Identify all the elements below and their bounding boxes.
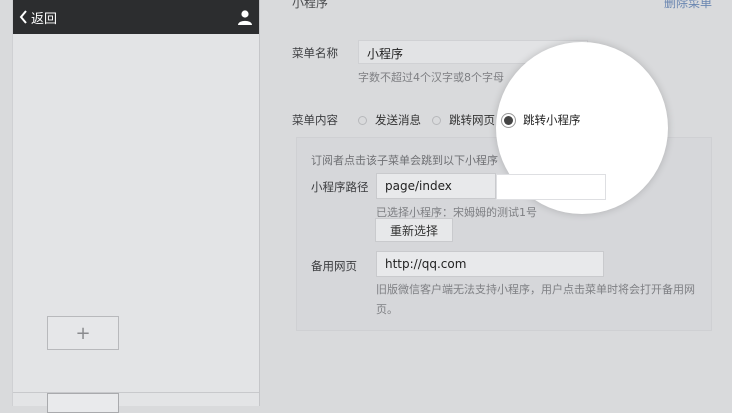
mini-path-input[interactable]: page/index [376,173,496,199]
user-icon[interactable] [237,9,253,25]
radio-label: 发送消息 [375,113,421,127]
menu-name-label: 菜单名称 [292,46,338,60]
back-button[interactable]: 返回 [19,8,58,27]
radio-jump-webpage[interactable]: 跳转网页 [432,112,495,128]
radio-label: 跳转网页 [449,113,495,127]
plus-icon: + [75,322,91,344]
backup-hint-line: 旧版微信客户端无法支持小程序，用户点击菜单时将会打开备用网 [376,283,695,296]
menu-content-label: 菜单内容 [292,113,338,127]
chevron-left-icon [19,10,27,24]
menu-name-hint: 字数不超过4个汉字或8个字母 [358,71,504,84]
menu-slot[interactable] [47,393,119,413]
delete-menu-link[interactable]: 删除菜单 [664,0,712,11]
reselect-button[interactable]: 重新选择 [375,218,453,242]
phone-header: 返回 [13,0,259,34]
mini-path-label: 小程序路径 [311,180,369,194]
backup-url-input[interactable]: http://qq.com [376,251,604,277]
radio-jump-mini-program[interactable]: 跳转小程序 [504,112,581,128]
phone-preview: 返回 + [12,0,260,413]
radio-label: 跳转小程序 [523,113,581,127]
phone-body [13,34,259,406]
radio-selected-icon [504,115,513,125]
back-label: 返回 [31,11,58,27]
editor-title: 小程序 [292,0,329,10]
spotlight-highlight: 跳转小程序 [496,42,668,214]
mini-path-input-highlight[interactable] [496,174,606,200]
backup-hint: 旧版微信客户端无法支持小程序，用户点击菜单时将会打开备用网 页。 [376,281,695,317]
radio-circle-icon [358,115,367,125]
radio-send-message[interactable]: 发送消息 [358,112,421,128]
panel-hint: 订阅者点击该子菜单会跳到以下小程序 [311,154,498,167]
add-menu-button[interactable]: + [47,316,119,350]
backup-page-label: 备用网页 [311,259,357,273]
radio-circle-icon [432,115,441,125]
backup-hint-line: 页。 [376,303,398,316]
